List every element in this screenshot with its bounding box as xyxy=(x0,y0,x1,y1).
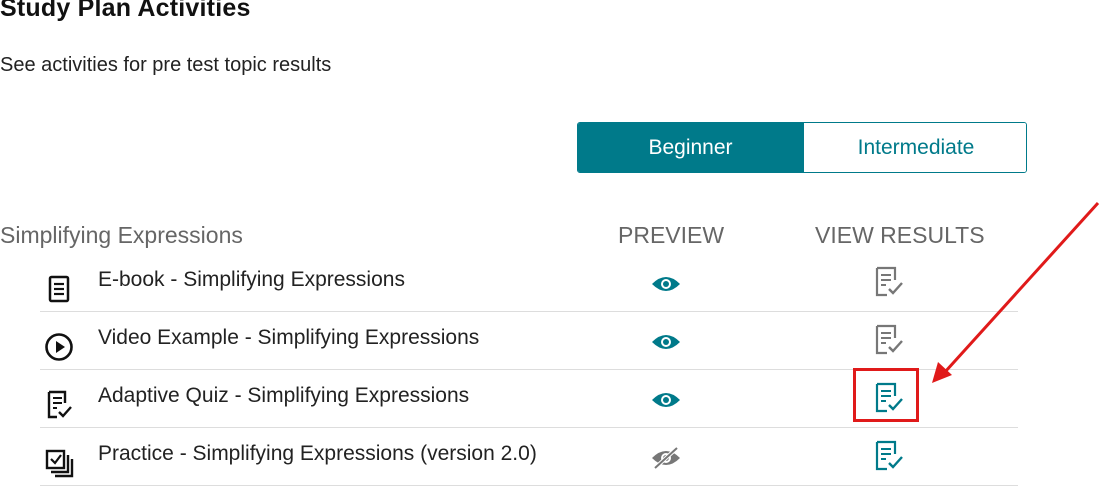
view-results-icon[interactable] xyxy=(870,438,906,474)
activity-title[interactable]: Practice - Simplifying Expressions (vers… xyxy=(98,442,537,466)
practice-icon xyxy=(44,448,74,478)
topic-name: Simplifying Expressions xyxy=(0,222,243,248)
activity-row-video: Video Example - Simplifying Expressions xyxy=(40,312,1018,370)
topic-header: Simplifying Expressions PREVIEW VIEW RES… xyxy=(0,222,1100,256)
annotation-highlight-box xyxy=(853,368,919,422)
activity-title[interactable]: E-book - Simplifying Expressions xyxy=(98,268,405,292)
beginner-level-button[interactable]: Beginner xyxy=(578,123,803,172)
activity-row-ebook: E-book - Simplifying Expressions xyxy=(40,254,1018,312)
preview-eye-icon[interactable] xyxy=(648,270,684,298)
activity-row-practice: Practice - Simplifying Expressions (vers… xyxy=(40,428,1018,486)
level-toggle: Beginner Intermediate xyxy=(577,122,1027,173)
preview-column-header: PREVIEW xyxy=(618,222,725,248)
preview-eye-icon[interactable] xyxy=(648,328,684,356)
page-subtitle: See activities for pre test topic result… xyxy=(0,54,332,76)
activity-title[interactable]: Adaptive Quiz - Simplifying Expressions xyxy=(98,384,469,408)
view-results-icon[interactable] xyxy=(870,322,906,358)
activity-title[interactable]: Video Example - Simplifying Expressions xyxy=(98,326,479,350)
preview-eye-slash-icon xyxy=(648,444,684,472)
page-title: Study Plan Activities xyxy=(0,0,251,22)
view-results-icon[interactable] xyxy=(870,264,906,300)
ebook-icon xyxy=(44,274,74,304)
intermediate-level-button[interactable]: Intermediate xyxy=(803,123,1026,172)
preview-eye-icon[interactable] xyxy=(648,386,684,414)
quiz-icon xyxy=(44,390,74,420)
video-play-icon xyxy=(44,332,74,362)
view-results-column-header: VIEW RESULTS xyxy=(815,222,985,248)
